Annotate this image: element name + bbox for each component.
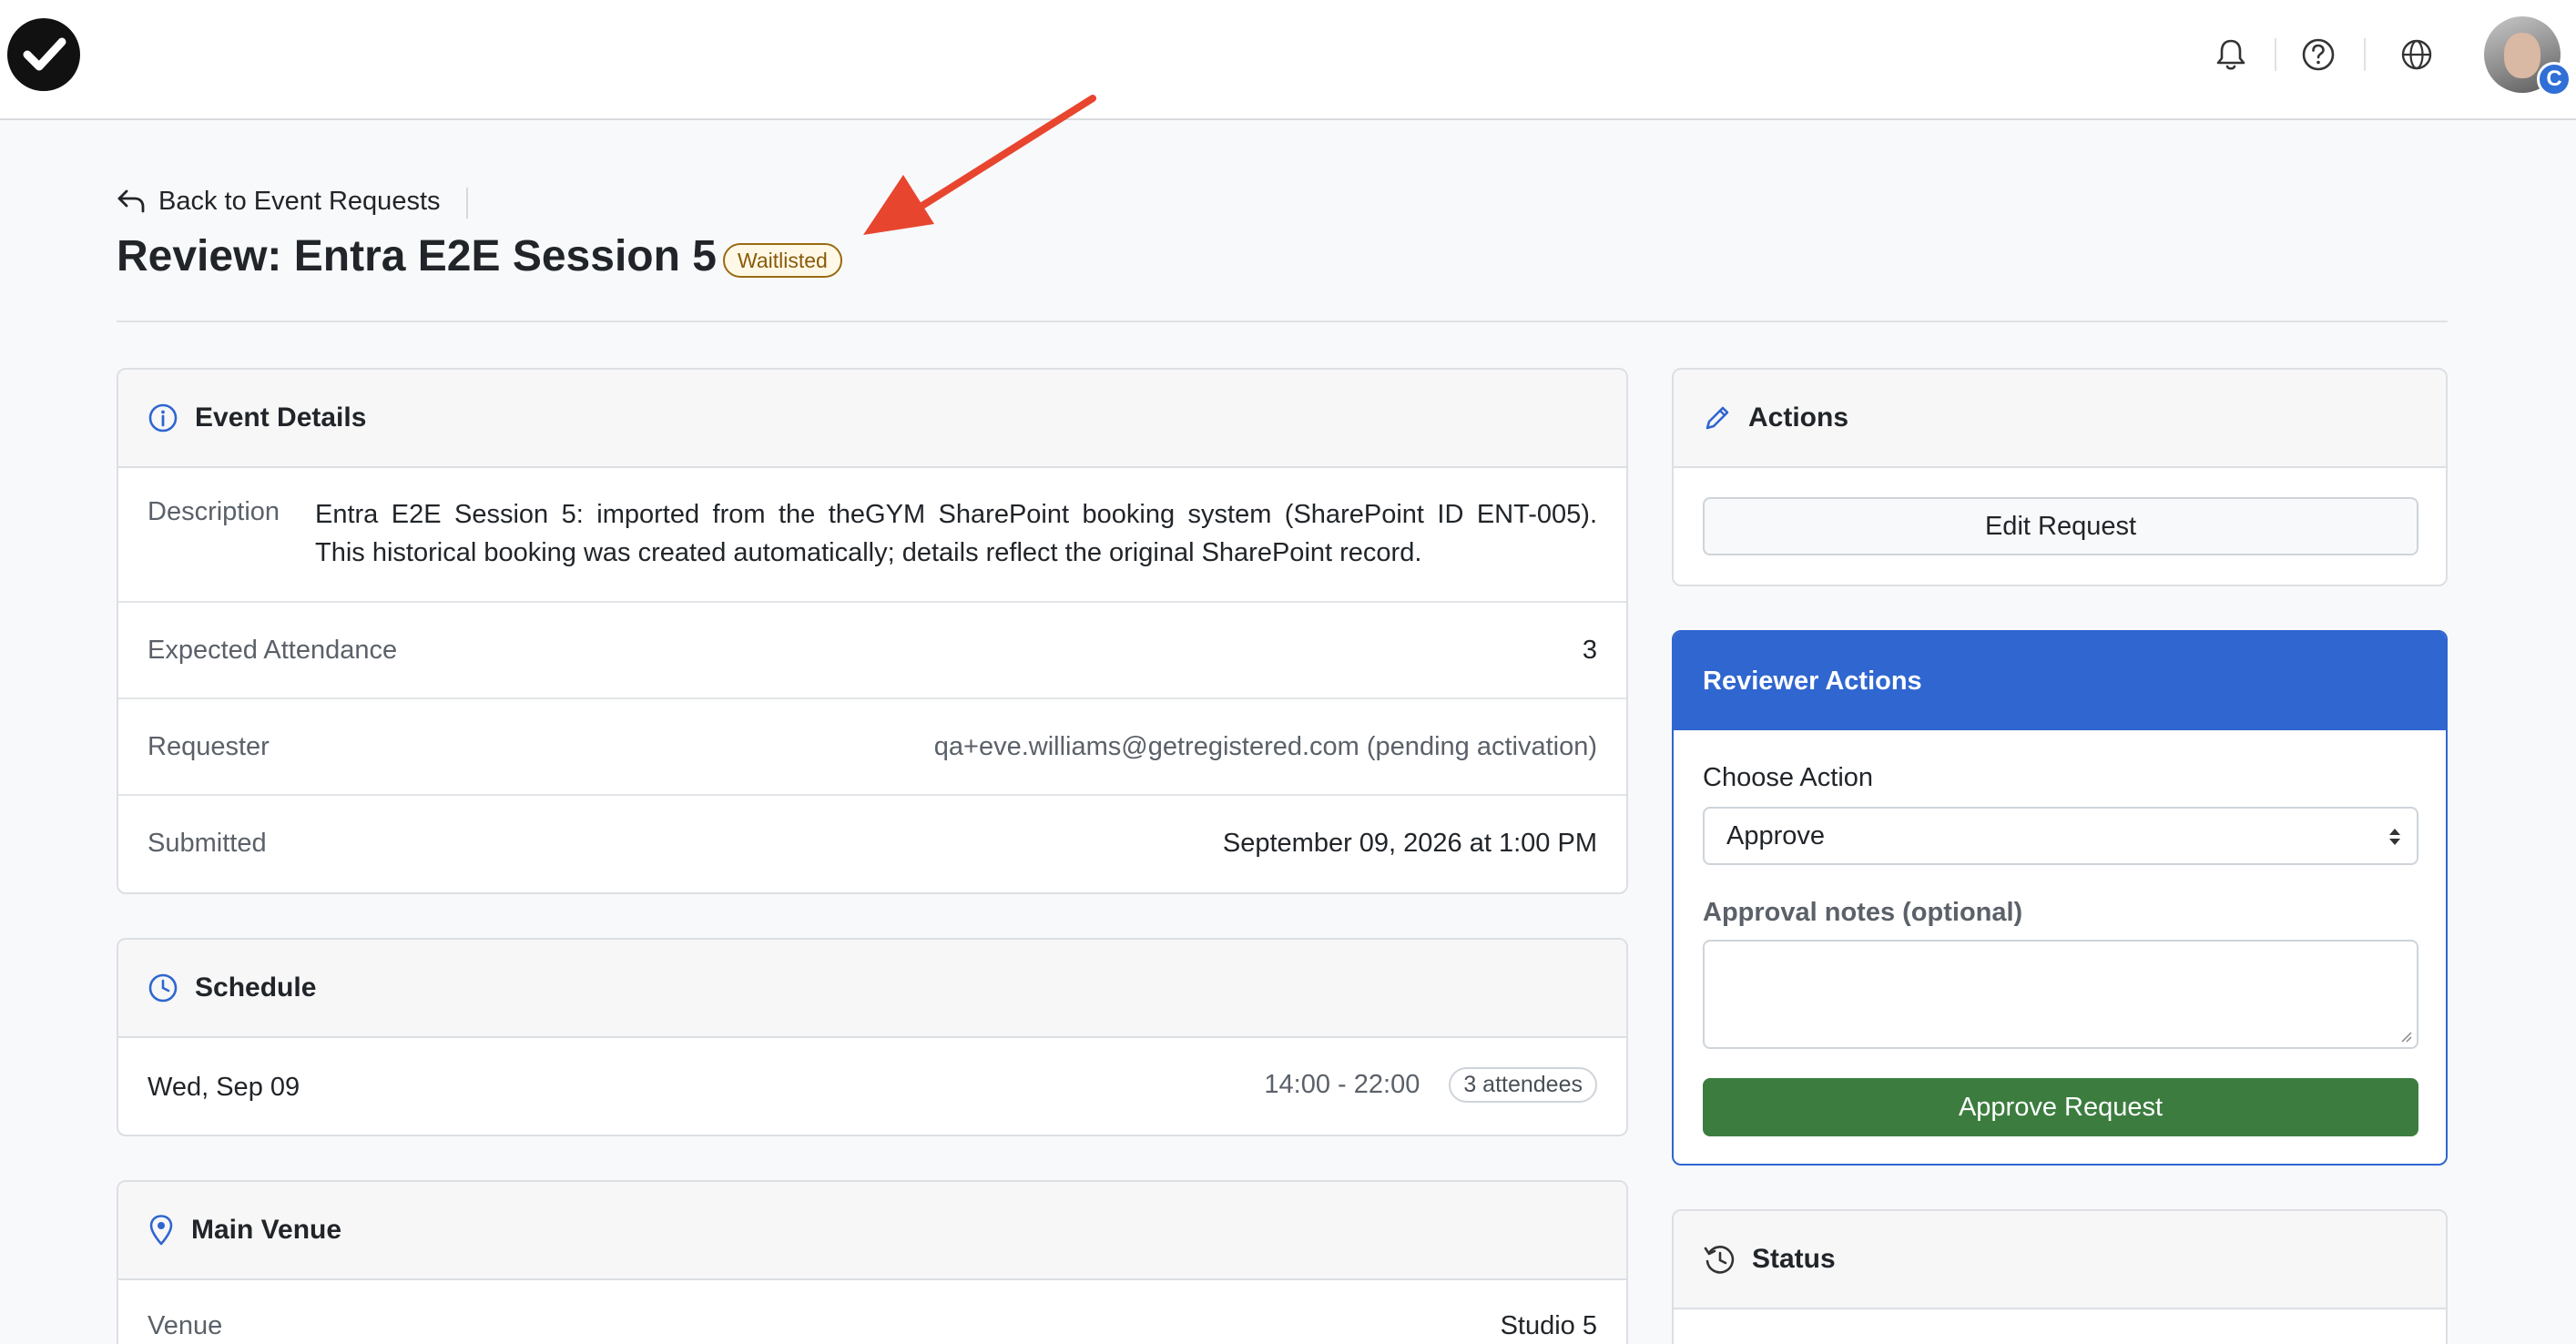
approve-request-button[interactable]: Approve Request — [1703, 1078, 2418, 1136]
card-header: Schedule — [118, 940, 1626, 1038]
description-line: Entra E2E Session 5: imported from the t… — [315, 500, 1597, 529]
resize-handle-icon[interactable] — [2400, 1031, 2413, 1044]
info-circle-icon — [148, 403, 178, 433]
card-header: Actions — [1674, 370, 2446, 468]
actions-card: Actions Edit Request — [1672, 368, 2448, 586]
pencil-icon — [1705, 406, 1729, 430]
description-label: Description — [148, 497, 280, 526]
main-venue-card: Main Venue Venue Studio 5 — [117, 1180, 1628, 1344]
venue-value: Studio 5 — [1500, 1311, 1597, 1340]
user-avatar[interactable]: C — [2484, 16, 2571, 97]
requester-row: Requester qa+eve.williams@getregistered.… — [118, 699, 1626, 796]
history-icon — [1704, 1246, 1735, 1274]
status-card: Status — [1672, 1209, 2448, 1344]
venue-row: Venue Studio 5 — [118, 1280, 1626, 1344]
submitted-label: Submitted — [148, 829, 267, 858]
schedule-card: Schedule Wed, Sep 09 14:00 - 22:00 3 att… — [117, 938, 1628, 1136]
card-header: Event Details — [118, 370, 1626, 468]
top-navbar: C — [0, 0, 2576, 120]
card-title: Schedule — [195, 972, 317, 1003]
requester-label: Requester — [148, 732, 270, 761]
globe-icon[interactable] — [2395, 33, 2439, 76]
status-badge: Waitlisted — [723, 243, 842, 278]
schedule-time: 14:00 - 22:00 — [1264, 1070, 1420, 1099]
clock-icon — [148, 973, 178, 1003]
schedule-meta: 14:00 - 22:00 3 attendees — [1264, 1067, 1597, 1103]
bell-icon[interactable] — [2209, 33, 2253, 76]
submitted-value: September 09, 2026 at 1:00 PM — [1222, 829, 1597, 858]
avatar-photo — [2504, 33, 2540, 78]
requester-value: qa+eve.williams@getregistered.com (pendi… — [933, 732, 1597, 761]
card-title: Actions — [1748, 402, 1849, 433]
page-title: Review: Entra E2E Session 5 — [117, 232, 717, 280]
nav-divider — [2364, 38, 2366, 71]
selected-action: Approve — [1726, 820, 1826, 850]
schedule-row: Wed, Sep 09 14:00 - 22:00 3 attendees — [118, 1038, 1626, 1135]
event-details-card: Event Details Description Entra E2E Sess… — [117, 368, 1628, 894]
choose-action-label: Choose Action — [1703, 763, 1874, 792]
card-title: Reviewer Actions — [1703, 666, 1922, 696]
description-line: This historical booking was created auto… — [315, 538, 1422, 567]
approval-notes-label: Approval notes (optional) — [1703, 898, 2023, 927]
schedule-date: Wed, Sep 09 — [148, 1073, 300, 1102]
card-header: Status — [1674, 1211, 2446, 1309]
attendance-label: Expected Attendance — [148, 636, 398, 665]
reviewer-actions-card: Reviewer Actions Choose Action Approve A… — [1672, 630, 2448, 1166]
checkmark-logo-icon[interactable] — [7, 18, 80, 91]
avatar-badge: C — [2537, 62, 2571, 97]
title-divider — [117, 321, 2448, 322]
card-title: Status — [1752, 1244, 1836, 1274]
back-to-event-requests-link[interactable]: Back to Event Requests — [117, 182, 441, 220]
choose-action-select[interactable]: Approve — [1703, 807, 2418, 865]
attendees-badge: 3 attendees — [1449, 1067, 1597, 1103]
reviewer-actions-header: Reviewer Actions — [1674, 632, 2446, 730]
help-circle-icon[interactable] — [2296, 33, 2340, 76]
back-link-label: Back to Event Requests — [158, 186, 441, 216]
description-row: Description Entra E2E Session 5: importe… — [118, 468, 1626, 603]
reply-arrow-icon — [117, 189, 145, 213]
select-caret-icon — [2389, 829, 2400, 845]
venue-label: Venue — [148, 1311, 223, 1340]
annotation-arrow-icon — [863, 95, 1096, 235]
card-title: Event Details — [195, 402, 367, 433]
submitted-row: Submitted September 09, 2026 at 1:00 PM — [118, 796, 1626, 892]
card-title: Main Venue — [191, 1215, 342, 1245]
edit-request-button[interactable]: Edit Request — [1703, 497, 2418, 555]
map-pin-icon — [149, 1215, 173, 1246]
nav-divider — [2275, 38, 2276, 71]
description-value: Entra E2E Session 5: imported from the t… — [315, 495, 1597, 572]
attendance-row: Expected Attendance 3 — [118, 603, 1626, 699]
breadcrumb-divider — [466, 188, 468, 219]
card-header: Main Venue — [118, 1182, 1626, 1280]
attendance-value: 3 — [1582, 636, 1597, 665]
approval-notes-textarea[interactable] — [1703, 940, 2418, 1049]
